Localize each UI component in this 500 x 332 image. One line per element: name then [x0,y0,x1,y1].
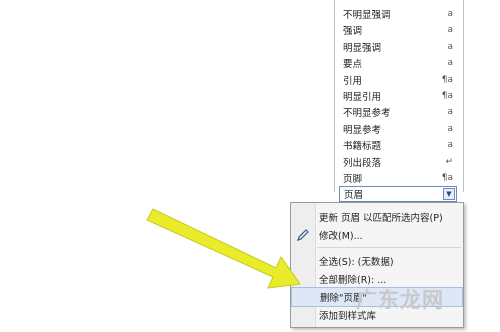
arrow-shape [146,208,301,289]
yellow-arrow-annotation [146,208,301,289]
watermark-text: 广东龙网 [356,288,444,312]
